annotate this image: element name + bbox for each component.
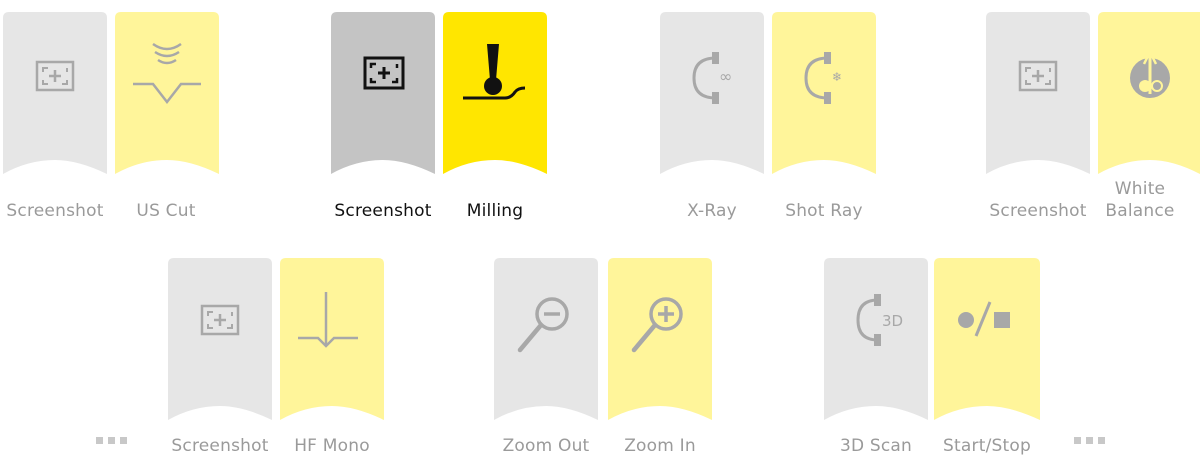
screenshot-label: Screenshot <box>6 201 104 221</box>
dot <box>1098 437 1105 444</box>
svg-text:∞: ∞ <box>719 67 732 86</box>
3d-scan-icon: 3D <box>856 294 903 346</box>
more-right-dots[interactable] <box>1074 437 1105 444</box>
screenshot-button[interactable] <box>168 258 272 428</box>
zoom-in-label: Zoom In <box>624 436 696 456</box>
button-pair-white-balance: Screenshot White Balance <box>986 12 1200 221</box>
hf-mono-button[interactable] <box>280 258 384 428</box>
xray-button[interactable]: ∞ <box>660 12 764 182</box>
shot-ray-button[interactable]: ❄ <box>772 12 876 182</box>
white-balance-icon <box>1130 49 1170 98</box>
white-balance-label: White Balance <box>1105 179 1175 221</box>
dot <box>120 437 127 444</box>
screenshot-label: Screenshot <box>989 201 1087 221</box>
hf-mono-icon <box>298 292 358 348</box>
svg-text:❄: ❄ <box>832 70 842 84</box>
screenshot-icon <box>363 56 405 90</box>
start-stop-label: Start/Stop <box>943 436 1031 456</box>
screenshot-icon <box>35 60 75 92</box>
button-pair-3d-scan: 3D 3D Scan Start/Stop <box>824 258 1054 458</box>
xray-icon: ∞ <box>692 52 732 104</box>
screenshot-icon <box>1018 60 1058 92</box>
us-cut-button[interactable] <box>115 12 219 182</box>
xray-label: X-Ray <box>687 201 737 221</box>
more-left-dots[interactable] <box>96 437 127 444</box>
shot-ray-icon: ❄ <box>804 52 842 104</box>
3d-scan-button[interactable]: 3D <box>824 258 928 428</box>
button-pair-xray: ∞ ❄ X-Ray Shot Ray <box>660 12 890 221</box>
shot-ray-label: Shot Ray <box>785 201 863 221</box>
screenshot-button[interactable] <box>3 12 107 182</box>
screenshot-label: Screenshot <box>171 436 269 456</box>
hf-mono-label: HF Mono <box>294 436 370 456</box>
3d-scan-label: 3D Scan <box>839 436 913 456</box>
button-pair-us-cut: Screenshot US Cut <box>0 12 230 221</box>
screenshot-label-active: Screenshot <box>334 201 432 221</box>
white-balance-button[interactable] <box>1098 12 1200 182</box>
dot <box>108 437 115 444</box>
start-stop-icon <box>958 301 1010 337</box>
button-pair-hf-mono: Screenshot HF Mono <box>168 258 398 458</box>
zoom-out-button[interactable] <box>494 258 598 428</box>
button-pair-zoom: Zoom Out Zoom In <box>494 258 724 458</box>
screenshot-button-active[interactable] <box>331 12 435 182</box>
milling-label: Milling <box>466 201 524 221</box>
start-stop-button[interactable] <box>934 258 1040 428</box>
us-cut-label: US Cut <box>136 201 196 221</box>
milling-button[interactable] <box>443 12 547 182</box>
dot <box>96 437 103 444</box>
zoom-in-icon <box>631 297 683 353</box>
screenshot-button[interactable] <box>986 12 1090 182</box>
button-pair-milling: Screenshot Milling <box>325 12 555 221</box>
dot <box>1074 437 1081 444</box>
zoom-in-button[interactable] <box>608 258 712 428</box>
dot <box>1086 437 1093 444</box>
3d-badge: 3D <box>882 312 903 330</box>
screenshot-icon <box>200 304 240 336</box>
milling-icon <box>463 44 526 100</box>
zoom-out-icon <box>517 297 569 353</box>
zoom-out-label: Zoom Out <box>502 436 590 456</box>
ultrasound-cut-icon <box>133 42 201 105</box>
